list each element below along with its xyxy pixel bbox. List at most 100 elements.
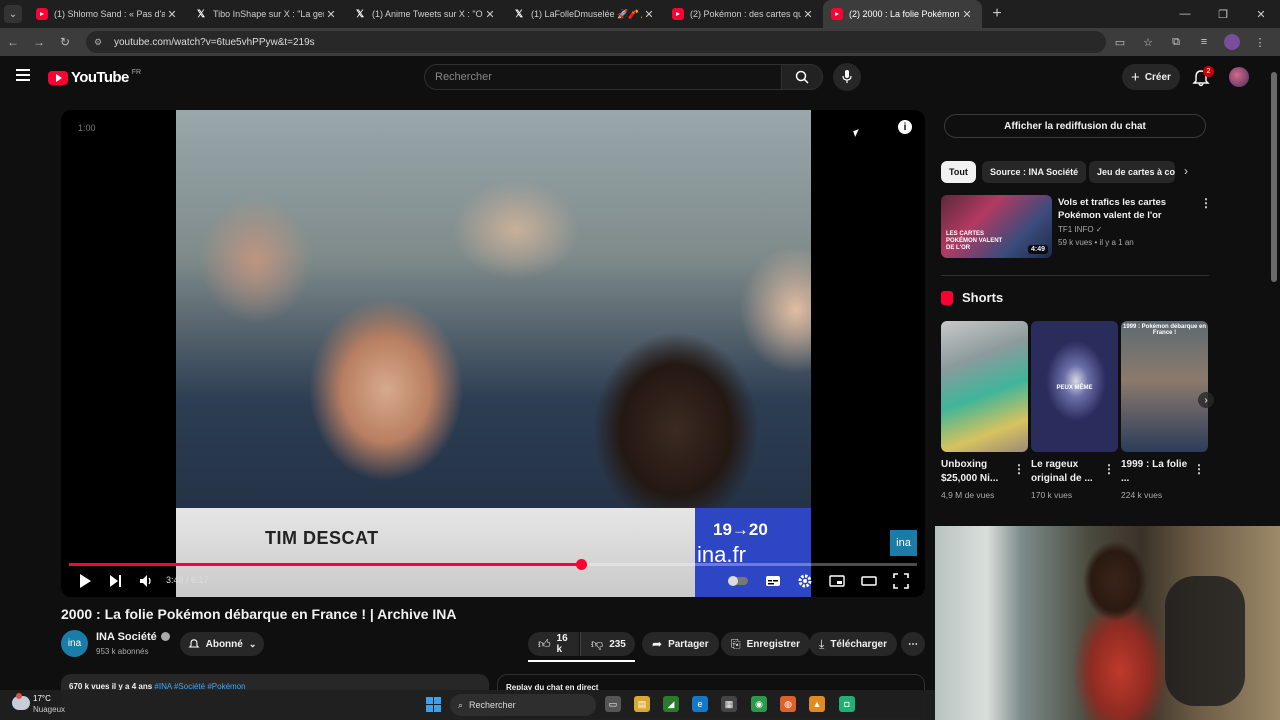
address-bar[interactable]: ⚙ youtube.com/watch?v=6tue5vhPPyw&t=219s: [86, 31, 1106, 53]
recommendation-title[interactable]: Vols et trafics les cartes Pokémon valen…: [1058, 196, 1188, 222]
chrome-icon[interactable]: ◉: [751, 696, 767, 712]
short-title[interactable]: Le rageux original de ...: [1031, 458, 1101, 486]
store-icon[interactable]: ▦: [721, 696, 737, 712]
voice-search-button[interactable]: [833, 63, 861, 91]
vlc-icon[interactable]: ▲: [809, 696, 825, 712]
youtube-logo-icon: [48, 70, 68, 85]
video-player[interactable]: 1:00 TIM DESCAT 19→20 ina.fr ina i 3:48 …: [61, 110, 925, 597]
new-tab-icon[interactable]: +: [986, 5, 1008, 23]
tab-close-icon[interactable]: ✕: [642, 8, 656, 21]
recommendation-thumbnail[interactable]: LES CARTES POKÉMON VALENT DE L'OR 4:49: [941, 195, 1052, 258]
more-vertical-icon[interactable]: ⋮: [1200, 196, 1212, 210]
info-icon[interactable]: i: [898, 120, 912, 134]
weather-cloud-icon[interactable]: [12, 693, 30, 710]
share-button[interactable]: ➦ Partager: [642, 632, 719, 656]
extensions-icon[interactable]: ⧉: [1162, 36, 1190, 49]
edge-icon[interactable]: e: [692, 696, 708, 712]
search-button[interactable]: [781, 64, 823, 90]
tab-close-icon[interactable]: ✕: [165, 8, 179, 21]
chevron-right-icon[interactable]: ›: [1198, 392, 1214, 408]
short-thumbnail[interactable]: 1999 : Pokémon débarque en France !: [1121, 321, 1208, 452]
theater-mode-icon[interactable]: [861, 573, 877, 589]
subtitles-icon[interactable]: [765, 573, 781, 589]
browser-toolbar: ← → ↻ ⚙ youtube.com/watch?v=6tue5vhPPyw&…: [0, 28, 1280, 56]
maximize-icon[interactable]: ❐: [1204, 8, 1242, 21]
file-explorer-icon[interactable]: ▤: [634, 696, 650, 712]
nvidia-icon[interactable]: ◢: [663, 696, 679, 712]
chip-card-game[interactable]: Jeu de cartes à co: [1089, 161, 1175, 183]
miniplayer-icon[interactable]: [829, 573, 845, 589]
create-button[interactable]: + Créer: [1122, 64, 1180, 90]
save-button[interactable]: ⎘ Enregistrer: [721, 632, 810, 656]
browser-tab-5[interactable]: (2) Pokémon : des cartes qui va ✕: [664, 0, 823, 28]
more-vertical-icon[interactable]: ⋮: [1103, 462, 1115, 476]
tab-close-icon[interactable]: ✕: [483, 8, 497, 21]
progress-bar[interactable]: [69, 559, 917, 570]
chip-source[interactable]: Source : INA Société: [982, 161, 1087, 183]
more-actions-button[interactable]: ⋯: [901, 632, 925, 656]
x-favicon-icon: 𝕏: [514, 8, 524, 20]
close-window-icon[interactable]: ✕: [1242, 8, 1280, 21]
forward-icon[interactable]: →: [26, 35, 52, 49]
task-view-icon[interactable]: ▭: [605, 696, 621, 712]
create-label: Créer: [1144, 71, 1171, 83]
browser-menu-icon[interactable]: ⋮: [1246, 36, 1274, 49]
browser-tab-6-active[interactable]: (2) 2000 : La folie Pokémon dé ✕: [823, 0, 982, 28]
bookmark-star-icon[interactable]: ☆: [1134, 36, 1162, 49]
next-video-icon[interactable]: [109, 573, 123, 589]
browser-tab-2[interactable]: 𝕏 Tibo InShape sur X : "La gens q ✕: [187, 0, 346, 28]
more-vertical-icon[interactable]: ⋮: [1013, 462, 1025, 476]
tab-close-icon[interactable]: ✕: [324, 8, 338, 21]
volume-icon[interactable]: [139, 573, 153, 589]
minimize-icon[interactable]: —: [1166, 8, 1204, 20]
dislike-button[interactable]: 👎︎ 235: [580, 632, 635, 656]
autoplay-toggle-icon[interactable]: [727, 573, 749, 589]
mouse-cursor-icon: [853, 129, 861, 137]
short-caption: PEUX MÊME: [1056, 385, 1093, 391]
back-icon[interactable]: ←: [0, 35, 26, 49]
short-thumbnail[interactable]: [941, 321, 1028, 452]
browser-tab-4[interactable]: 𝕏 (1) LaFolleDmuselée 🚀🧨🤌 ✕: [505, 0, 664, 28]
like-button[interactable]: 👍︎ 16 k: [528, 632, 579, 656]
settings-gear-icon[interactable]: [797, 573, 813, 589]
reading-list-icon[interactable]: ≡: [1190, 36, 1218, 48]
chevron-right-icon[interactable]: ›: [1184, 164, 1188, 178]
firefox-icon[interactable]: ◍: [780, 696, 796, 712]
short-thumbnail[interactable]: PEUX MÊME: [1031, 321, 1118, 452]
play-icon[interactable]: [78, 573, 92, 589]
subscribed-button[interactable]: Abonné ⌄: [180, 632, 264, 656]
channel-name[interactable]: INA Société: [96, 631, 170, 643]
windows-start-icon[interactable]: [426, 697, 441, 712]
channel-watermark[interactable]: ina: [890, 530, 917, 556]
show-chat-replay-button[interactable]: Afficher la rediffusion du chat: [944, 114, 1206, 138]
short-title[interactable]: Unboxing $25,000 Ni...: [941, 458, 1011, 486]
tab-close-icon[interactable]: ✕: [960, 8, 974, 21]
tab-close-icon[interactable]: ✕: [801, 8, 815, 21]
browser-tab-3[interactable]: 𝕏 (1) Anime Tweets sur X : "One P ✕: [346, 0, 505, 28]
tab-title: (1) Shlomo Sand : « Pas d'avenir: [54, 9, 165, 19]
recommendation-channel[interactable]: TF1 INFO ✓: [1058, 225, 1103, 234]
fullscreen-icon[interactable]: [893, 573, 909, 589]
microphone-icon: [842, 70, 852, 83]
short-title[interactable]: 1999 : La folie ...: [1121, 458, 1191, 486]
chip-all[interactable]: Tout: [941, 161, 976, 183]
download-button[interactable]: ⤓ Télécharger: [809, 632, 898, 656]
short-caption: 1999 : Pokémon débarque en France !: [1122, 324, 1207, 336]
more-vertical-icon[interactable]: ⋮: [1193, 462, 1205, 476]
browser-profile-icon[interactable]: [1224, 34, 1240, 50]
search-input[interactable]: Rechercher: [424, 64, 782, 90]
site-info-icon[interactable]: ⚙: [94, 37, 108, 48]
scrollbar-thumb[interactable]: [1271, 72, 1277, 282]
tab-search-icon[interactable]: ⌄: [4, 5, 22, 23]
browser-tab-1[interactable]: (1) Shlomo Sand : « Pas d'avenir ✕: [28, 0, 187, 28]
cast-icon[interactable]: ▭: [1106, 36, 1134, 49]
menu-icon[interactable]: [16, 69, 30, 81]
discord-icon[interactable]: ◘: [839, 696, 855, 712]
account-avatar[interactable]: [1229, 67, 1249, 87]
youtube-logo[interactable]: YouTube FR: [48, 69, 141, 86]
reload-icon[interactable]: ↻: [52, 35, 78, 49]
channel-avatar[interactable]: ina: [61, 630, 88, 657]
page-scrollbar[interactable]: [1268, 56, 1280, 526]
taskbar-search[interactable]: ⌕ Rechercher: [450, 694, 596, 716]
short-views: 4,9 M de vues: [941, 490, 995, 500]
